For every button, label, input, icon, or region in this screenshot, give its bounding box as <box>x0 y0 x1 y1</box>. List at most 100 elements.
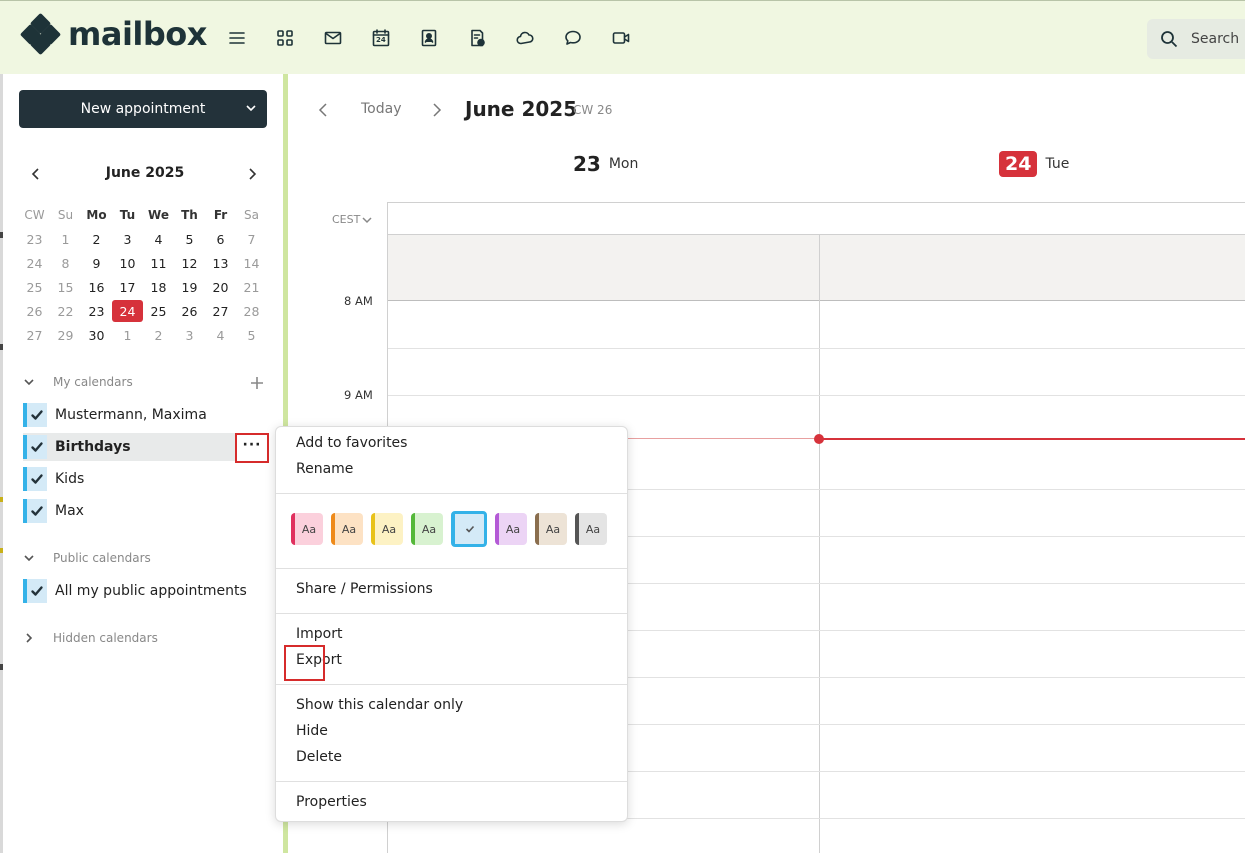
mini-week-row: 27 29 30 1 2 3 4 5 <box>19 324 267 348</box>
apps-grid-icon[interactable] <box>274 27 296 49</box>
menu-item-hide[interactable]: Hide <box>296 723 328 739</box>
mini-day[interactable]: 28 <box>236 300 267 322</box>
mini-day[interactable]: 30 <box>81 324 112 346</box>
day-number: 23 <box>573 152 601 176</box>
mini-week-row: 24 8 9 10 11 12 13 14 <box>19 252 267 276</box>
color-swatch[interactable]: Aa <box>535 513 567 545</box>
public-calendars-toggle[interactable]: Public calendars <box>23 551 151 565</box>
color-swatch[interactable]: Aa <box>371 513 403 545</box>
add-calendar-icon[interactable] <box>250 375 264 389</box>
calendar-checkbox[interactable] <box>23 435 47 459</box>
mini-day[interactable]: 15 <box>50 276 81 298</box>
my-calendars-toggle[interactable]: My calendars <box>23 375 133 389</box>
mini-next-month-icon[interactable] <box>245 166 261 182</box>
all-day-row[interactable] <box>388 234 1245 301</box>
mini-day[interactable]: 3 <box>112 228 143 250</box>
color-swatch[interactable]: Aa <box>331 513 363 545</box>
menu-item-rename[interactable]: Rename <box>296 461 353 477</box>
current-time-dot <box>814 434 824 444</box>
cloud-icon[interactable] <box>514 27 536 49</box>
next-week-icon[interactable] <box>428 102 444 118</box>
logo[interactable]: mailbox <box>19 12 207 56</box>
mini-day[interactable]: 1 <box>112 324 143 346</box>
mini-day[interactable]: 4 <box>143 228 174 250</box>
mini-calendar-grid: CW Su Mo Tu We Th Fr Sa 23 1 2 3 4 5 6 7 24 8 9 10 1… <box>19 204 267 348</box>
mini-day[interactable]: 12 <box>174 252 205 274</box>
new-appointment-button[interactable]: New appointment <box>19 90 267 128</box>
mini-day[interactable]: 1 <box>50 228 81 250</box>
mini-day[interactable]: 17 <box>112 276 143 298</box>
mini-day[interactable]: 18 <box>143 276 174 298</box>
calendar-item-selected[interactable]: Birthdays ··· <box>23 433 269 463</box>
menu-item-properties[interactable]: Properties <box>296 794 367 810</box>
mini-header-fr: Fr <box>213 208 228 222</box>
calendar-checkbox[interactable] <box>23 579 47 603</box>
menu-item-add-to-favorites[interactable]: Add to favorites <box>296 435 407 451</box>
contacts-icon[interactable] <box>418 27 440 49</box>
mini-day[interactable]: 2 <box>81 228 112 250</box>
color-swatch[interactable]: Aa <box>495 513 527 545</box>
mini-day[interactable]: 10 <box>112 252 143 274</box>
video-icon[interactable] <box>610 27 632 49</box>
calendar-item[interactable]: Max <box>23 497 267 525</box>
mini-day[interactable]: 9 <box>81 252 112 274</box>
current-time-line <box>819 438 1245 440</box>
color-swatch[interactable]: Aa <box>411 513 443 545</box>
mini-day[interactable]: 5 <box>174 228 205 250</box>
today-button[interactable]: Today <box>361 101 402 117</box>
search-box[interactable]: Search <box>1147 19 1245 59</box>
menu-item-show-this-calendar-only[interactable]: Show this calendar only <box>296 697 463 713</box>
mini-day[interactable]: 23 <box>81 300 112 322</box>
color-swatch[interactable]: Aa <box>575 513 607 545</box>
calendar-item[interactable]: All my public appointments <box>23 577 267 605</box>
mini-day[interactable]: 20 <box>205 276 236 298</box>
mini-week-number: 24 <box>26 255 43 271</box>
check-icon <box>31 506 43 516</box>
mini-day[interactable]: 2 <box>143 324 174 346</box>
menu-separator <box>276 684 627 685</box>
calendar-checkbox[interactable] <box>23 499 47 523</box>
prev-week-icon[interactable] <box>316 102 332 118</box>
calendar-checkbox[interactable] <box>23 403 47 427</box>
day-header-mon[interactable]: 23 Mon <box>573 152 638 176</box>
mini-day[interactable]: 3 <box>174 324 205 346</box>
hidden-calendars-toggle[interactable]: Hidden calendars <box>23 631 158 645</box>
mini-header-mo: Mo <box>86 208 107 222</box>
mini-day[interactable]: 4 <box>205 324 236 346</box>
top-bar: mailbox 24 Search <box>0 0 1245 74</box>
chevron-down-icon[interactable] <box>245 102 257 114</box>
tasks-icon[interactable] <box>466 27 488 49</box>
mini-day[interactable]: 7 <box>236 228 267 250</box>
chat-icon[interactable] <box>562 27 584 49</box>
timezone-selector[interactable]: CEST <box>332 213 372 226</box>
mini-day[interactable]: 25 <box>143 300 174 322</box>
mini-day[interactable]: 26 <box>174 300 205 322</box>
calendar-item[interactable]: Mustermann, Maxima <box>23 401 267 429</box>
day-header-tue[interactable]: 24 Tue <box>999 151 1069 177</box>
mail-icon[interactable] <box>322 27 344 49</box>
mini-day[interactable]: 13 <box>205 252 236 274</box>
mini-day[interactable]: 5 <box>236 324 267 346</box>
mini-day[interactable]: 8 <box>50 252 81 274</box>
menu-item-delete[interactable]: Delete <box>296 749 342 765</box>
calendar-item[interactable]: Kids <box>23 465 267 493</box>
mini-day[interactable]: 27 <box>205 300 236 322</box>
calendar-checkbox[interactable] <box>23 467 47 491</box>
mini-day[interactable]: 16 <box>81 276 112 298</box>
menu-item-import[interactable]: Import <box>296 626 342 642</box>
mini-day-today[interactable]: 24 <box>112 300 143 322</box>
mini-day[interactable]: 19 <box>174 276 205 298</box>
mini-day[interactable]: 22 <box>50 300 81 322</box>
color-swatch-selected[interactable] <box>451 511 487 547</box>
mini-day[interactable]: 14 <box>236 252 267 274</box>
mini-day[interactable]: 21 <box>236 276 267 298</box>
calendar-more-button[interactable]: ··· <box>235 433 269 463</box>
mini-day[interactable]: 29 <box>50 324 81 346</box>
menu-icon[interactable] <box>226 27 248 49</box>
new-appointment-label: New appointment <box>80 101 206 117</box>
calendar-icon[interactable]: 24 <box>370 27 392 49</box>
mini-day[interactable]: 11 <box>143 252 174 274</box>
color-swatch[interactable]: Aa <box>291 513 323 545</box>
menu-item-share-permissions[interactable]: Share / Permissions <box>296 581 433 597</box>
mini-day[interactable]: 6 <box>205 228 236 250</box>
